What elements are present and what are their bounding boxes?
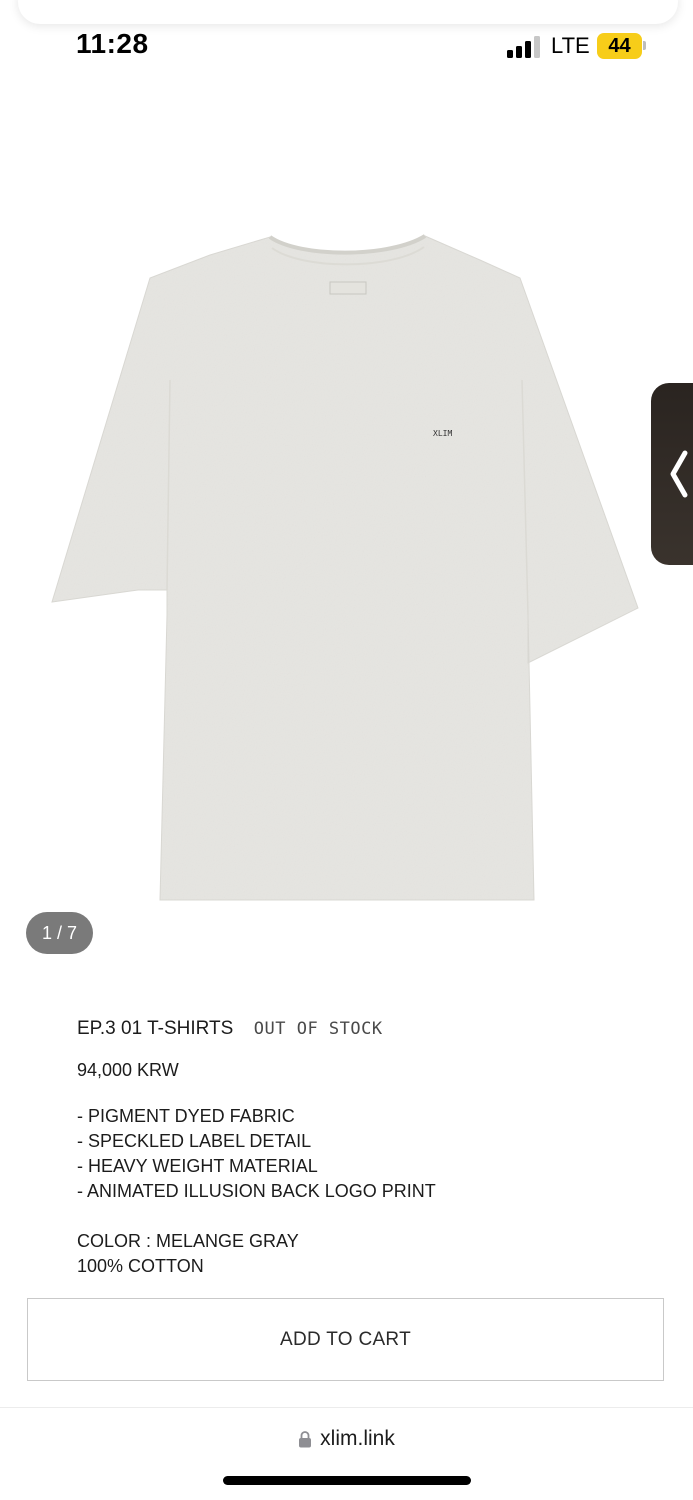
chevron-left-icon	[670, 450, 688, 498]
status-bar: 11:28 LTE 44	[0, 0, 693, 80]
battery-tip	[643, 41, 646, 50]
product-price: 94,000 KRW	[77, 1060, 179, 1080]
feature-item: - HEAVY WEIGHT MATERIAL	[77, 1156, 318, 1176]
feature-list: - PIGMENT DYED FABRIC - SPECKLED LABEL D…	[77, 1104, 436, 1204]
lock-icon	[299, 1431, 312, 1448]
t-shirt-illustration	[51, 234, 639, 901]
product-title: EP.3 01 T-SHIRTS	[77, 1018, 234, 1039]
battery-icon: 44	[597, 33, 642, 59]
status-time: 11:28	[76, 28, 149, 59]
shirt-chest-logo: XLIM	[433, 429, 452, 438]
network-type: LTE	[551, 33, 590, 58]
feature-item: - ANIMATED ILLUSION BACK LOGO PRINT	[77, 1181, 436, 1201]
feature-item: - PIGMENT DYED FABRIC	[77, 1106, 295, 1126]
divider	[0, 1407, 693, 1408]
feature-item: - SPECKLED LABEL DETAIL	[77, 1131, 312, 1151]
title-row: EP.3 01 T-SHIRTS OUT OF STOCK	[77, 1018, 383, 1040]
color-info: COLOR : MELANGE GRAY	[77, 1231, 299, 1251]
url-text: xlim.link	[320, 1427, 395, 1450]
product-image: XLIM	[51, 234, 639, 901]
bottom-action-area: ADD TO CART xlim.link	[0, 1280, 693, 1500]
side-panel-handle[interactable]	[651, 383, 693, 565]
material-info: 100% COTTON	[77, 1256, 204, 1276]
product-image-gallery[interactable]: XLIM 1 / 7	[0, 80, 693, 980]
signal-strength-icon	[507, 36, 543, 58]
slide-counter: 1 / 7	[26, 912, 93, 954]
stock-status-badge: OUT OF STOCK	[253, 1019, 383, 1039]
home-indicator[interactable]	[223, 1476, 471, 1485]
add-to-cart-button[interactable]: ADD TO CART	[27, 1298, 664, 1381]
address-bar[interactable]: xlim.link	[0, 1427, 693, 1457]
